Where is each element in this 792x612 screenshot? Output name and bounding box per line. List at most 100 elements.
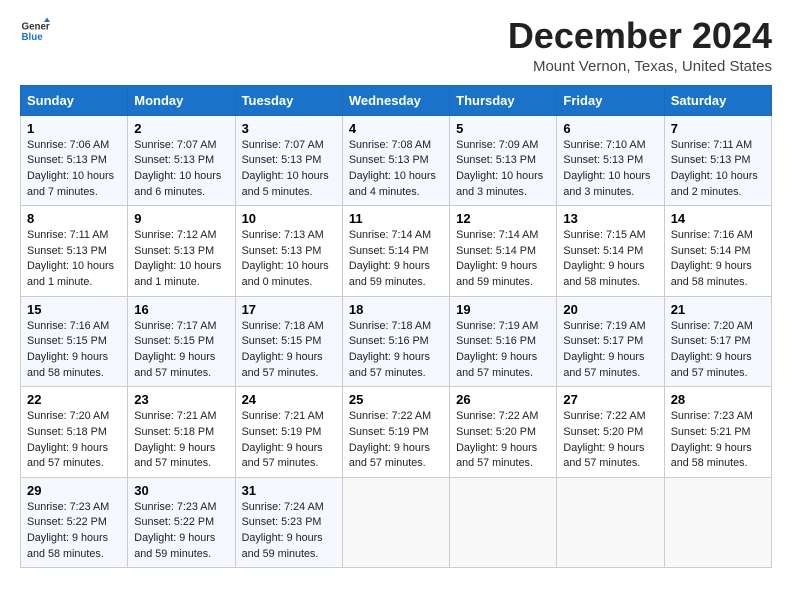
calendar-cell: 10 Sunrise: 7:13 AM Sunset: 5:13 PM Dayli… <box>235 206 342 297</box>
calendar-cell: 5Sunrise: 7:09 AM Sunset: 5:13 PM Daylig… <box>450 115 557 206</box>
day-number: 11 <box>349 211 443 226</box>
day-number: 26 <box>456 392 550 407</box>
calendar-cell: 7 Sunrise: 7:11 AM Sunset: 5:13 PM Daylig… <box>664 115 771 206</box>
day-info: Sunrise: 7:24 AM Sunset: 5:23 PM Dayligh… <box>242 500 336 563</box>
day-number: 17 <box>242 302 336 317</box>
day-info: Sunrise: 7:14 AM Sunset: 5:14 PM Dayligh… <box>349 228 443 291</box>
day-info: Sunrise: 7:14 AM Sunset: 5:14 PM Dayligh… <box>456 228 550 291</box>
day-info: Sunrise: 7:20 AM Sunset: 5:17 PM Dayligh… <box>671 319 765 382</box>
column-header-tuesday: Tuesday <box>235 85 342 115</box>
day-number: 7 <box>671 121 765 136</box>
day-info: Sunrise: 7:10 AM Sunset: 5:13 PM Dayligh… <box>563 138 657 201</box>
calendar-body: 1Sunrise: 7:06 AM Sunset: 5:13 PM Daylig… <box>21 115 772 568</box>
day-number: 12 <box>456 211 550 226</box>
day-info: Sunrise: 7:11 AM Sunset: 5:13 PM Dayligh… <box>671 138 765 201</box>
column-header-monday: Monday <box>128 85 235 115</box>
day-number: 21 <box>671 302 765 317</box>
day-number: 16 <box>134 302 228 317</box>
day-info: Sunrise: 7:20 AM Sunset: 5:18 PM Dayligh… <box>27 409 121 472</box>
calendar-cell: 18 Sunrise: 7:18 AM Sunset: 5:16 PM Dayli… <box>342 296 449 387</box>
calendar-cell <box>664 477 771 568</box>
calendar-cell: 9 Sunrise: 7:12 AM Sunset: 5:13 PM Daylig… <box>128 206 235 297</box>
calendar-cell: 28Sunrise: 7:23 AM Sunset: 5:21 PM Dayli… <box>664 387 771 478</box>
calendar-cell: 15Sunrise: 7:16 AM Sunset: 5:15 PM Dayli… <box>21 296 128 387</box>
calendar-cell: 11 Sunrise: 7:14 AM Sunset: 5:14 PM Dayli… <box>342 206 449 297</box>
column-header-saturday: Saturday <box>664 85 771 115</box>
calendar-cell: 6 Sunrise: 7:10 AM Sunset: 5:13 PM Daylig… <box>557 115 664 206</box>
day-number: 18 <box>349 302 443 317</box>
day-info: Sunrise: 7:13 AM Sunset: 5:13 PM Dayligh… <box>242 228 336 291</box>
day-number: 13 <box>563 211 657 226</box>
day-number: 10 <box>242 211 336 226</box>
day-number: 27 <box>563 392 657 407</box>
day-info: Sunrise: 7:23 AM Sunset: 5:21 PM Dayligh… <box>671 409 765 472</box>
column-header-wednesday: Wednesday <box>342 85 449 115</box>
calendar-cell <box>557 477 664 568</box>
calendar-week-row: 22Sunrise: 7:20 AM Sunset: 5:18 PM Dayli… <box>21 387 772 478</box>
calendar-cell: 29Sunrise: 7:23 AM Sunset: 5:22 PM Dayli… <box>21 477 128 568</box>
day-number: 19 <box>456 302 550 317</box>
calendar-week-row: 15Sunrise: 7:16 AM Sunset: 5:15 PM Dayli… <box>21 296 772 387</box>
day-info: Sunrise: 7:22 AM Sunset: 5:20 PM Dayligh… <box>456 409 550 472</box>
calendar-cell: 22Sunrise: 7:20 AM Sunset: 5:18 PM Dayli… <box>21 387 128 478</box>
calendar-cell: 21 Sunrise: 7:20 AM Sunset: 5:17 PM Dayli… <box>664 296 771 387</box>
day-info: Sunrise: 7:09 AM Sunset: 5:13 PM Dayligh… <box>456 138 550 201</box>
day-number: 31 <box>242 483 336 498</box>
day-info: Sunrise: 7:16 AM Sunset: 5:14 PM Dayligh… <box>671 228 765 291</box>
calendar-cell: 27 Sunrise: 7:22 AM Sunset: 5:20 PM Dayli… <box>557 387 664 478</box>
day-info: Sunrise: 7:19 AM Sunset: 5:17 PM Dayligh… <box>563 319 657 382</box>
title-block: December 2024 Mount Vernon, Texas, Unite… <box>508 16 772 75</box>
day-info: Sunrise: 7:07 AM Sunset: 5:13 PM Dayligh… <box>242 138 336 201</box>
calendar-cell: 16 Sunrise: 7:17 AM Sunset: 5:15 PM Dayli… <box>128 296 235 387</box>
logo-icon: General Blue <box>20 16 50 46</box>
day-number: 8 <box>27 211 121 226</box>
calendar-week-row: 29 Sunrise: 7:23 AM Sunset: 5:22 PM Dayli… <box>21 477 772 568</box>
calendar-cell: 17Sunrise: 7:18 AM Sunset: 5:15 PM Dayli… <box>235 296 342 387</box>
calendar-cell <box>450 477 557 568</box>
logo: General Blue <box>20 16 50 46</box>
calendar-cell: 14 Sunrise: 7:16 AM Sunset: 5:14 PM Dayli… <box>664 206 771 297</box>
column-header-sunday: Sunday <box>21 85 128 115</box>
page-subtitle: Mount Vernon, Texas, United States <box>508 58 772 75</box>
day-info: Sunrise: 7:17 AM Sunset: 5:15 PM Dayligh… <box>134 319 228 382</box>
calendar-cell: 30 Sunrise: 7:23 AM Sunset: 5:22 PM Dayli… <box>128 477 235 568</box>
day-info: Sunrise: 7:12 AM Sunset: 5:13 PM Dayligh… <box>134 228 228 291</box>
svg-text:Blue: Blue <box>22 32 44 43</box>
calendar-cell: 4 Sunrise: 7:08 AM Sunset: 5:13 PM Daylig… <box>342 115 449 206</box>
calendar-cell: 3Sunrise: 7:07 AM Sunset: 5:13 PM Daylig… <box>235 115 342 206</box>
day-number: 25 <box>349 392 443 407</box>
day-info: Sunrise: 7:19 AM Sunset: 5:16 PM Dayligh… <box>456 319 550 382</box>
day-number: 1 <box>27 121 121 136</box>
day-info: Sunrise: 7:23 AM Sunset: 5:22 PM Dayligh… <box>134 500 228 563</box>
day-number: 30 <box>134 483 228 498</box>
calendar-cell: 23 Sunrise: 7:21 AM Sunset: 5:18 PM Dayli… <box>128 387 235 478</box>
day-number: 9 <box>134 211 228 226</box>
page-title: December 2024 <box>508 16 772 56</box>
calendar-cell: 24Sunrise: 7:21 AM Sunset: 5:19 PM Dayli… <box>235 387 342 478</box>
calendar-cell: 13 Sunrise: 7:15 AM Sunset: 5:14 PM Dayli… <box>557 206 664 297</box>
day-info: Sunrise: 7:21 AM Sunset: 5:18 PM Dayligh… <box>134 409 228 472</box>
day-number: 14 <box>671 211 765 226</box>
day-info: Sunrise: 7:15 AM Sunset: 5:14 PM Dayligh… <box>563 228 657 291</box>
day-info: Sunrise: 7:22 AM Sunset: 5:20 PM Dayligh… <box>563 409 657 472</box>
calendar-cell: 8Sunrise: 7:11 AM Sunset: 5:13 PM Daylig… <box>21 206 128 297</box>
calendar-cell: 2Sunrise: 7:07 AM Sunset: 5:13 PM Daylig… <box>128 115 235 206</box>
calendar-cell: 1Sunrise: 7:06 AM Sunset: 5:13 PM Daylig… <box>21 115 128 206</box>
day-info: Sunrise: 7:16 AM Sunset: 5:15 PM Dayligh… <box>27 319 121 382</box>
day-number: 6 <box>563 121 657 136</box>
calendar-cell: 12 Sunrise: 7:14 AM Sunset: 5:14 PM Dayli… <box>450 206 557 297</box>
calendar-week-row: 8Sunrise: 7:11 AM Sunset: 5:13 PM Daylig… <box>21 206 772 297</box>
day-number: 23 <box>134 392 228 407</box>
day-number: 24 <box>242 392 336 407</box>
column-header-friday: Friday <box>557 85 664 115</box>
day-info: Sunrise: 7:18 AM Sunset: 5:16 PM Dayligh… <box>349 319 443 382</box>
calendar-cell <box>342 477 449 568</box>
calendar-cell: 31 Sunrise: 7:24 AM Sunset: 5:23 PM Dayli… <box>235 477 342 568</box>
day-number: 4 <box>349 121 443 136</box>
calendar-cell: 25 Sunrise: 7:22 AM Sunset: 5:19 PM Dayli… <box>342 387 449 478</box>
day-info: Sunrise: 7:22 AM Sunset: 5:19 PM Dayligh… <box>349 409 443 472</box>
day-number: 29 <box>27 483 121 498</box>
calendar-cell: 19 Sunrise: 7:19 AM Sunset: 5:16 PM Dayli… <box>450 296 557 387</box>
day-info: Sunrise: 7:07 AM Sunset: 5:13 PM Dayligh… <box>134 138 228 201</box>
day-info: Sunrise: 7:08 AM Sunset: 5:13 PM Dayligh… <box>349 138 443 201</box>
